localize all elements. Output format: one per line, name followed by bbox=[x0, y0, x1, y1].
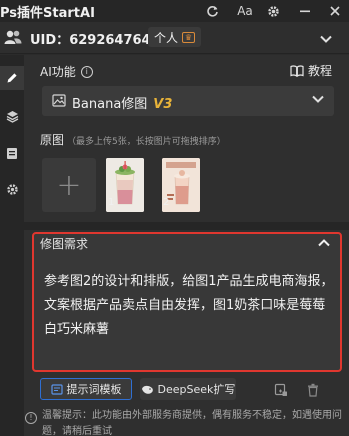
account-row: UID：629264764 个人 ♛ bbox=[0, 22, 349, 54]
copy-icon[interactable] bbox=[270, 379, 292, 401]
section-divider bbox=[24, 222, 349, 230]
refresh-icon[interactable] bbox=[204, 3, 220, 19]
expand-chevron-icon[interactable] bbox=[320, 32, 332, 46]
chevron-up-icon[interactable] bbox=[318, 236, 330, 250]
plan-badge[interactable]: 个人 ♛ bbox=[148, 27, 202, 47]
upload-hint: （最多上传5张，长按图片可拖拽排序） bbox=[67, 137, 226, 147]
uid-display: UID：629264764 bbox=[30, 33, 151, 48]
title-bar: Ps插件StartAI Aa bbox=[0, 0, 349, 22]
template-book-icon bbox=[50, 383, 63, 395]
prompt-template-button[interactable]: 提示词模板 bbox=[40, 378, 132, 400]
prompt-template-label: 提示词模板 bbox=[66, 383, 122, 396]
book-icon bbox=[290, 64, 304, 77]
thumbnail-index-1: 1 bbox=[108, 197, 115, 208]
ai-function-select[interactable]: Banana修图 V3 bbox=[42, 86, 334, 116]
delete-icon[interactable] bbox=[302, 379, 324, 401]
image-icon bbox=[52, 94, 66, 107]
original-images-label: 原图 （最多上传5张，长按图片可拖拽排序） bbox=[40, 133, 226, 147]
app-title: Ps插件StartAI bbox=[0, 6, 95, 21]
chevron-down-icon bbox=[312, 95, 324, 103]
deepseek-whale-icon bbox=[141, 385, 153, 394]
rail-layers-icon[interactable] bbox=[0, 104, 24, 128]
deepseek-label: DeepSeek扩写 bbox=[157, 383, 236, 396]
add-image-button[interactable]: + bbox=[42, 158, 96, 212]
tutorial-link[interactable]: 教程 bbox=[290, 62, 332, 79]
minimize-icon[interactable] bbox=[297, 3, 313, 19]
edit-request-label: 修图需求 bbox=[40, 237, 89, 251]
edit-request-text[interactable]: 参考图2的设计和排版，给图1产品生成电商海报，文案根据产品卖点自由发挥，图1奶茶… bbox=[44, 270, 334, 342]
selected-function: Banana修图 V3 bbox=[72, 97, 173, 112]
left-rail bbox=[0, 55, 24, 436]
deepseek-expand-button[interactable]: DeepSeek扩写 bbox=[140, 378, 236, 400]
rail-history-icon[interactable] bbox=[0, 141, 24, 165]
rail-edit-icon[interactable] bbox=[0, 66, 24, 90]
crown-icon: ♛ bbox=[182, 31, 196, 43]
close-icon[interactable] bbox=[327, 3, 343, 19]
font-size-button[interactable]: Aa bbox=[234, 3, 256, 19]
info-icon[interactable]: i bbox=[80, 65, 93, 78]
notice-info-icon: ! bbox=[25, 412, 37, 424]
service-notice: 温馨提示：此功能由外部服务商提供，偶有服务不稳定，如遇使用问题，请稍后重试 bbox=[42, 410, 342, 436]
plan-label: 个人 bbox=[154, 30, 179, 45]
rail-settings-icon[interactable] bbox=[0, 177, 24, 201]
settings-icon[interactable] bbox=[265, 3, 281, 19]
thumbnail-index-2: 2 bbox=[163, 197, 170, 208]
users-icon bbox=[4, 29, 22, 48]
ai-function-label: AI功能 i bbox=[40, 63, 93, 80]
